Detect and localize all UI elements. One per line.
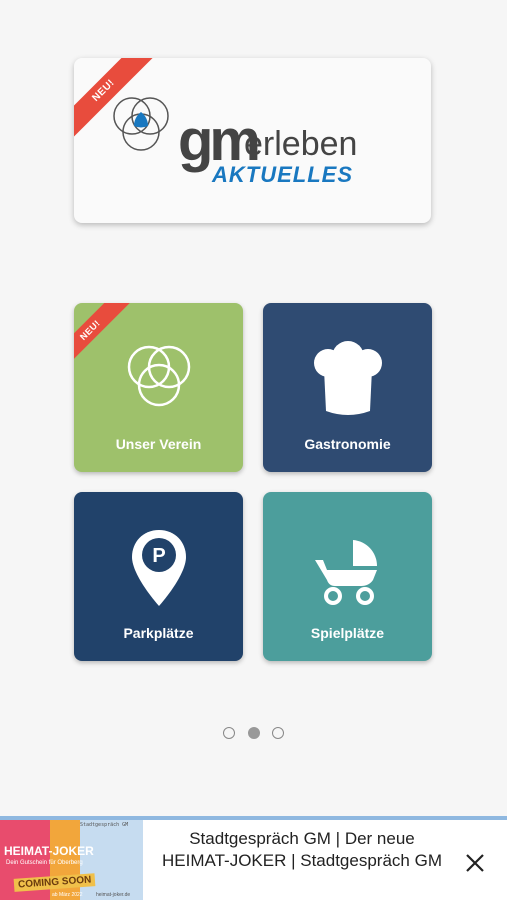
gm-erleben-aktuelles-banner[interactable]: NEU! gm erleben AKTUELLES [74,58,431,223]
ad-image[interactable]: Stadtgespräch GM HEIMAT-JOKER Dein Gutsc… [0,820,143,900]
ad-image-date: ab März 2022 [52,892,83,898]
tile-label: Spielplätze [310,625,385,641]
ad-title[interactable]: Stadtgespräch GM | Der neue HEIMAT-JOKER… [156,828,448,872]
tile-label: Parkplätze [123,625,194,641]
ad-image-url: heimat-joker.de [96,892,131,898]
venn-logo-icon [113,97,169,151]
ad-image-subtitle: Dein Gutschein für Oberberg [6,860,83,866]
svg-text:P: P [152,545,165,567]
brand-erleben: erleben [244,125,358,163]
ad-banner[interactable]: Stadtgespräch GM HEIMAT-JOKER Dein Gutsc… [0,816,507,900]
close-icon[interactable] [462,850,488,876]
page-dot[interactable] [223,727,236,739]
tile-parkplaetze[interactable]: P Parkplätze [74,492,243,661]
page-dot[interactable] [271,727,284,739]
page-dot-active[interactable] [247,727,260,739]
chef-hat-icon [313,341,382,415]
brand-subtitle: AKTUELLES [212,162,353,187]
stroller-icon [314,540,377,605]
ad-image-title: HEIMAT-JOKER [4,844,94,858]
circles-icon [127,345,190,407]
tile-unser-verein[interactable]: NEU! Unser Verein [74,303,243,472]
tile-gastronomie[interactable]: Gastronomie [263,303,432,472]
tile-label: Gastronomie [304,436,391,452]
tile-spielplaetze[interactable]: Spielplätze [263,492,432,661]
tile-label: Unser Verein [115,436,202,452]
parking-pin-icon: P [131,530,186,606]
page-indicator [0,726,507,744]
ad-image-top: Stadtgespräch GM [80,822,129,828]
